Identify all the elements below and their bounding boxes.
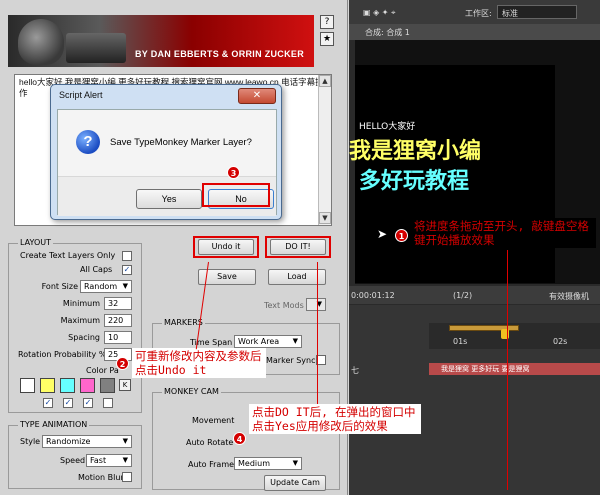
font-size-label: Font Size [41, 282, 78, 291]
typewriter-image [66, 33, 126, 63]
time-ruler[interactable]: 01s 02s [429, 323, 600, 349]
style-label: Style [20, 437, 41, 446]
motion-blur-label: Motion Blur [78, 473, 124, 482]
question-icon: ? [76, 130, 100, 154]
movement-label: Movement [192, 416, 235, 425]
preview-text-line3: 多好玩教程 [359, 169, 470, 194]
dialog-message: Save TypeMonkey Marker Layer? [110, 137, 252, 148]
all-caps-checkbox[interactable]: ✓ [122, 265, 132, 275]
ruler-label-1s: 01s [453, 337, 468, 346]
create-text-layers-label: Create Text Layers Only [20, 251, 116, 260]
color-enable-checkbox-1[interactable]: ✓ [43, 398, 53, 408]
scroll-up-icon[interactable]: ▲ [319, 75, 331, 87]
comp-tab-bar: 合成: 合成 1 [349, 24, 600, 40]
maximum-label: Maximum [60, 316, 100, 325]
color-swatch-cyan[interactable] [60, 378, 75, 393]
preview-text-hello: HELLO大家好 [359, 122, 416, 132]
undo-it-highlight [193, 236, 259, 258]
rotation-probability-label: Rotation Probability % [18, 350, 107, 359]
color-swatch-white[interactable] [20, 378, 35, 393]
step-2-badge: 2 [116, 357, 129, 370]
layout-title: LAYOUT [18, 238, 53, 247]
ae-toolbar-icons[interactable]: ▣ ◈ ✦ ⌖ [363, 8, 396, 18]
yes-button[interactable]: Yes [136, 189, 202, 209]
text-scrollbar[interactable]: ▲ ▼ [318, 75, 331, 225]
viewer-control-bar: 0:00:01:12 (1/2) 有效摄像机 [349, 286, 600, 304]
color-enable-checkbox-3[interactable]: ✓ [83, 398, 93, 408]
color-enable-checkbox-2[interactable]: ✓ [63, 398, 73, 408]
type-animation-title: TYPE ANIMATION [18, 420, 90, 429]
ruler-label-2s: 02s [553, 337, 568, 346]
color-swatch-yellow[interactable] [40, 378, 55, 393]
preview-frame: HELLO大家好 我是狸窝小编 多好玩教程 ➤ [349, 65, 555, 283]
monkey-cam-title: MONKEY CAM [162, 387, 221, 396]
minimum-label: Minimum [62, 299, 100, 308]
color-swatch-pink[interactable] [80, 378, 95, 393]
do-it-pointer-line [317, 262, 318, 404]
auto-frame-select[interactable]: Medium ▼ [234, 457, 302, 470]
monkey-image [18, 19, 64, 65]
marker-sync-label: Marker Sync [266, 356, 316, 365]
annotation-4: 点击DO IT后, 在弹出的窗口中点击Yes应用修改后的效果 [249, 404, 421, 434]
help-button[interactable]: ? [320, 15, 334, 29]
annotation-1: 将进度条拖动至开头, 敲键盘空格键开始播放效果 [411, 218, 596, 248]
resolution-select[interactable]: (1/2) [453, 291, 472, 300]
layer-markers-label: 我是狸窝 更多好玩 要是狸窝 [441, 365, 530, 373]
comp-tab[interactable]: 合成: 合成 1 [365, 27, 410, 38]
layer-name: 七 [351, 366, 359, 375]
do-it-highlight [265, 236, 331, 258]
color-enable-checkbox-4[interactable] [103, 398, 113, 408]
timecode-display[interactable]: 0:00:01:12 [351, 291, 395, 300]
dialog-close-button[interactable]: ✕ [238, 88, 276, 104]
typemonkey-banner: BY DAN EBBERTS & ORRIN ZUCKER [8, 15, 314, 67]
spacing-input[interactable]: 10 [104, 331, 132, 344]
playhead-pointer-line [507, 250, 508, 490]
step-4-badge: 4 [233, 432, 246, 445]
speed-label: Speed [60, 456, 86, 465]
maximum-input[interactable]: 220 [104, 314, 132, 327]
all-caps-label: All Caps [80, 265, 113, 274]
text-mods-label: Text Mods [264, 301, 304, 310]
text-mods-select[interactable]: ▼ [306, 298, 326, 311]
k-button[interactable]: K [119, 379, 131, 391]
color-swatch-gray[interactable] [100, 378, 115, 393]
time-span-select[interactable]: Work Area ▼ [234, 335, 302, 348]
timeline-panel: 01s 02s 我是狸窝 更多好玩 要是狸窝 七 [349, 305, 600, 495]
scroll-down-icon[interactable]: ▼ [319, 212, 331, 224]
step-3-badge: 3 [227, 166, 240, 179]
favorite-star-icon[interactable]: ★ [320, 32, 334, 46]
color-palette-label: Color Pa [86, 366, 119, 375]
create-text-layers-checkbox[interactable] [122, 251, 132, 261]
no-button-highlight [202, 183, 270, 207]
minimum-input[interactable]: 32 [104, 297, 132, 310]
spacing-label: Spacing [68, 333, 100, 342]
motion-blur-checkbox[interactable] [122, 472, 132, 482]
layer-track-bar[interactable]: 我是狸窝 更多好玩 要是狸窝 [429, 363, 600, 375]
style-select[interactable]: Randomize ▼ [42, 435, 132, 448]
speed-select[interactable]: Fast ▼ [86, 454, 132, 467]
font-size-select[interactable]: Random ▼ [80, 280, 132, 293]
camera-select[interactable]: 有效摄像机 [549, 291, 589, 302]
mouse-cursor-icon: ➤ [377, 227, 388, 241]
workspace-select[interactable]: 标准 [497, 5, 577, 19]
workspace-label: 工作区: [465, 9, 492, 18]
step-1-badge: 1 [395, 229, 408, 242]
ae-top-bar: ▣ ◈ ✦ ⌖ 工作区: 标准 [349, 0, 600, 24]
preview-text-line2: 我是狸窝小编 [349, 139, 482, 164]
dialog-title: Script Alert [59, 90, 103, 100]
annotation-2: 可重新修改内容及参数后点击Undo it [132, 348, 266, 378]
update-cam-button[interactable]: Update Cam [264, 475, 326, 491]
banner-credit: BY DAN EBBERTS & ORRIN ZUCKER [134, 49, 304, 59]
auto-rotate-label: Auto Rotate [186, 438, 234, 447]
auto-frame-label: Auto Frame [188, 460, 235, 469]
